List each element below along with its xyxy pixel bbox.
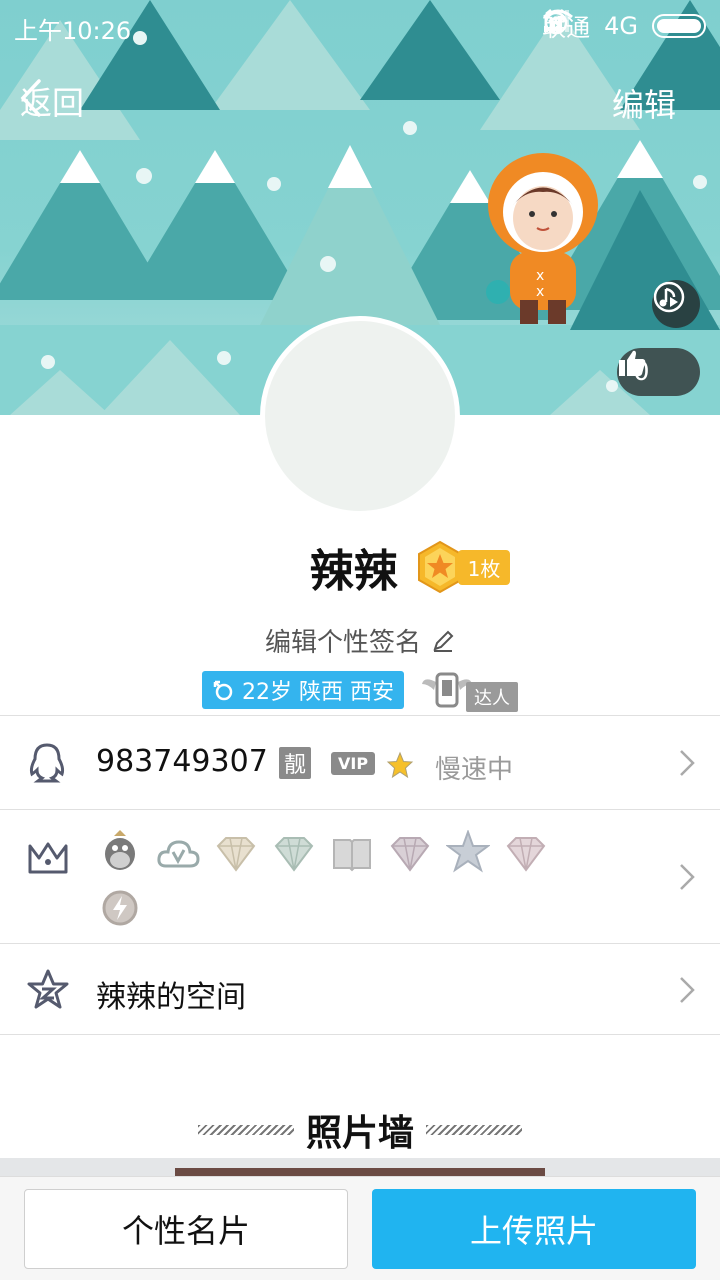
thumbs-up-icon <box>619 350 646 376</box>
chevron-right-icon <box>680 864 695 890</box>
vip-badge: VIP <box>331 752 376 775</box>
chevron-right-icon <box>680 750 695 776</box>
pencil-icon <box>433 630 454 652</box>
svg-text:x: x <box>536 268 544 284</box>
qq-penguin-badge-icon <box>105 830 135 870</box>
edit-button[interactable]: 编辑 <box>612 80 676 126</box>
tag-row: 22岁 陕西 西安 达人 <box>0 668 720 712</box>
qzone-row[interactable]: 辣辣的空间 <box>0 943 720 1035</box>
medal-badge[interactable]: 1枚 <box>416 540 511 594</box>
photo-wall-title: 照片墙 <box>0 1104 720 1156</box>
diamond-purple-icon <box>390 837 430 872</box>
status-icons: 联通 4G <box>542 8 706 43</box>
speed-status: 慢速中 <box>435 755 514 785</box>
info-tag-text: 22岁 陕西 西安 <box>242 680 394 705</box>
battery-icon <box>652 13 706 38</box>
svg-text:x: x <box>536 284 544 300</box>
star-icon <box>386 751 414 779</box>
hatch-divider-right <box>426 1125 522 1135</box>
qq-number-row[interactable]: 983749307 靓 VIP 慢速中 <box>0 715 720 809</box>
chevron-left-icon <box>20 79 41 117</box>
back-button[interactable]: 返回 <box>20 78 84 124</box>
bottom-action-bar: 个性名片 上传照片 <box>0 1176 720 1280</box>
music-icon <box>653 281 685 313</box>
upload-photo-button[interactable]: 上传照片 <box>372 1189 696 1269</box>
star-badge-icon <box>446 830 490 873</box>
profile-card-button[interactable]: 个性名片 <box>24 1189 348 1269</box>
status-time: 上午10:26 <box>14 17 132 45</box>
qq-penguin-icon <box>29 743 65 783</box>
medal-count: 1枚 <box>457 549 511 585</box>
book-icon <box>333 839 371 872</box>
cloud-v-icon <box>157 840 200 868</box>
badges-row[interactable] <box>0 809 720 943</box>
crown-icon <box>28 842 68 874</box>
diamond-pink-icon <box>506 837 546 872</box>
network-type: 4G <box>604 11 638 40</box>
qzone-label: 辣辣的空间 <box>96 980 246 1015</box>
daren-badge[interactable]: 达人 <box>420 668 518 712</box>
diamond-green-icon <box>274 837 314 872</box>
music-button[interactable] <box>652 280 700 328</box>
male-icon <box>213 680 233 701</box>
signature-label: 编辑个性签名 <box>264 628 421 658</box>
avatar[interactable] <box>260 316 460 516</box>
photo-wall-label: 照片墙 <box>305 1113 414 1154</box>
status-bar: 上午10:26 联通 4G <box>0 0 720 52</box>
chevron-right-icon <box>680 977 695 1003</box>
liang-badge: 靓 <box>279 747 311 779</box>
diamond-gold-icon <box>216 837 256 872</box>
profile-page: x x 上午10:26 4G 返回 编辑 辣辣 1枚 编辑个性签名 22岁 陕西… <box>0 0 720 1280</box>
daren-label: 达人 <box>465 682 518 712</box>
signature-edit[interactable]: 编辑个性签名 <box>0 622 720 659</box>
hatch-divider-left <box>197 1125 294 1135</box>
like-button[interactable]: 0 <box>617 348 700 396</box>
signal-icon <box>544 10 570 32</box>
qq-number: 983749307 <box>96 744 268 779</box>
info-tag[interactable]: 22岁 陕西 西安 <box>202 671 404 709</box>
medal-star-icon <box>417 540 462 594</box>
name-row: 辣辣 1枚 <box>0 535 720 599</box>
lightning-icon <box>102 890 138 926</box>
qzone-star-icon <box>27 969 69 1009</box>
user-name: 辣辣 <box>309 546 398 597</box>
